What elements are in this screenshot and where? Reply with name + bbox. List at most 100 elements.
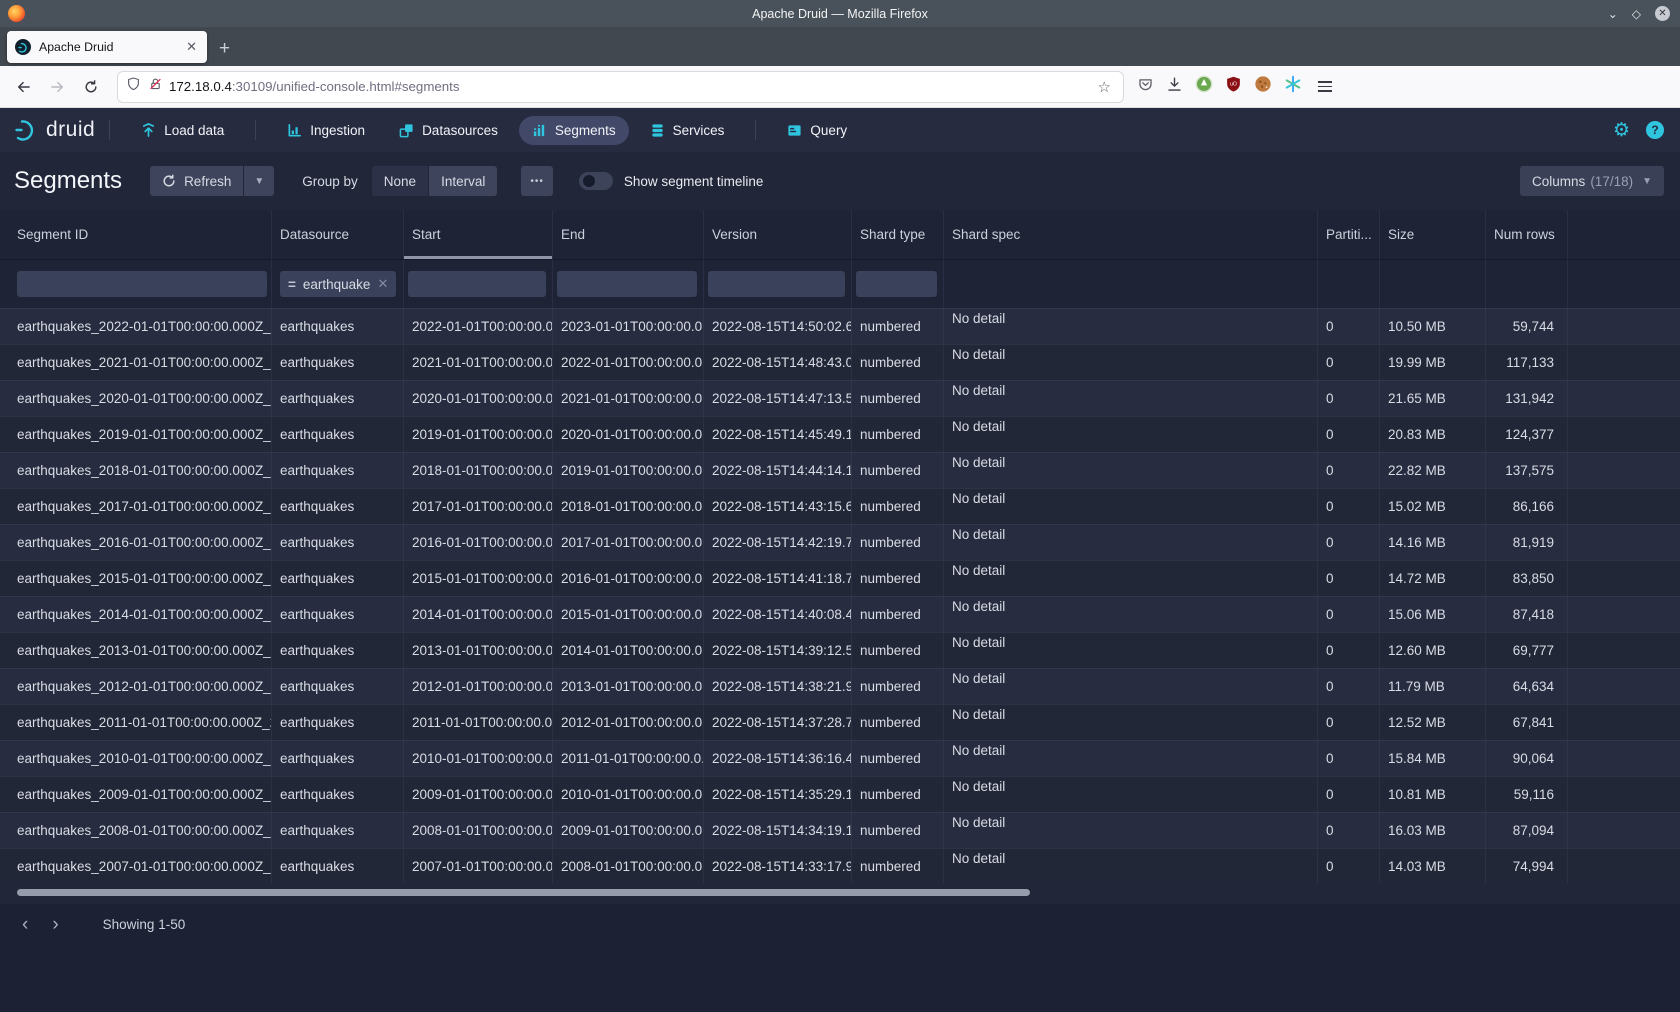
cell-shard-spec: No detail: [944, 741, 1318, 776]
col-header-shard-spec[interactable]: Shard spec: [944, 210, 1318, 259]
url-text[interactable]: 172.18.0.4:30109/unified-console.html#se…: [169, 79, 1094, 94]
nav-services[interactable]: Services: [637, 116, 738, 145]
table-row[interactable]: earthquakes_2014-01-01T00:00:00.000Z_2..…: [0, 596, 1680, 632]
lock-broken-icon[interactable]: [148, 76, 163, 97]
cell-end: 2022-01-01T00:00:00.0...: [553, 345, 704, 380]
table-row[interactable]: earthquakes_2019-01-01T00:00:00.000Z_2..…: [0, 416, 1680, 452]
nav-load-data[interactable]: Load data: [128, 116, 237, 145]
cell-num-rows: 90,064: [1486, 741, 1568, 776]
settings-gear-icon[interactable]: ⚙: [1613, 121, 1630, 140]
window-minimize-icon[interactable]: ⌄: [1608, 7, 1618, 21]
tab-apache-druid[interactable]: Apache Druid ✕: [7, 31, 207, 63]
download-icon[interactable]: [1166, 76, 1183, 98]
cell-filler: [1568, 633, 1680, 668]
col-header-shard-type[interactable]: Shard type: [852, 210, 944, 259]
col-header-datasource[interactable]: Datasource: [272, 210, 404, 259]
cell-filler: [1568, 813, 1680, 848]
shield-icon[interactable]: [126, 76, 141, 97]
cell-version: 2022-08-15T14:37:28.7...: [704, 705, 852, 740]
cell-version: 2022-08-15T14:36:16.4...: [704, 741, 852, 776]
asterisk-extension-icon[interactable]: [1284, 75, 1302, 98]
nav-datasources[interactable]: Datasources: [386, 116, 511, 145]
back-button[interactable]: [8, 79, 38, 95]
cell-segment-id: earthquakes_2015-01-01T00:00:00.000Z_2..…: [0, 561, 272, 596]
table-row[interactable]: earthquakes_2020-01-01T00:00:00.000Z_2..…: [0, 380, 1680, 416]
cell-shard-type: numbered: [852, 489, 944, 524]
nav-ingestion[interactable]: Ingestion: [274, 116, 378, 145]
cell-start: 2016-01-01T00:00:00.0...: [404, 525, 553, 560]
help-icon[interactable]: ?: [1646, 121, 1664, 139]
col-header-partition[interactable]: Partiti...: [1318, 210, 1380, 259]
table-row[interactable]: earthquakes_2016-01-01T00:00:00.000Z_2..…: [0, 524, 1680, 560]
table-row[interactable]: earthquakes_2017-01-01T00:00:00.000Z_2..…: [0, 488, 1680, 524]
cell-segment-id: earthquakes_2022-01-01T00:00:00.000Z_2..…: [0, 309, 272, 344]
col-header-segment-id[interactable]: Segment ID: [0, 210, 272, 259]
menu-icon[interactable]: [1318, 81, 1332, 92]
nav-label: Query: [810, 123, 847, 138]
col-header-size[interactable]: Size: [1380, 210, 1486, 259]
table-row[interactable]: earthquakes_2011-01-01T00:00:00.000Z_2..…: [0, 704, 1680, 740]
table-row[interactable]: earthquakes_2015-01-01T00:00:00.000Z_2..…: [0, 560, 1680, 596]
bookmark-star-icon[interactable]: ☆: [1094, 78, 1115, 96]
window-close-icon[interactable]: ✕: [1655, 6, 1670, 21]
page-title: Segments: [14, 167, 122, 195]
nav-query[interactable]: Query: [774, 116, 860, 145]
refresh-button[interactable]: Refresh: [150, 166, 243, 196]
cell-size: 15.06 MB: [1380, 597, 1486, 632]
pocket-icon[interactable]: [1137, 76, 1154, 98]
next-page-button[interactable]: ›: [40, 915, 70, 934]
cell-num-rows: 59,744: [1486, 309, 1568, 344]
group-by-interval-button[interactable]: Interval: [429, 166, 497, 196]
cell-segment-id: earthquakes_2009-01-01T00:00:00.000Z_2..…: [0, 777, 272, 812]
table-row[interactable]: earthquakes_2009-01-01T00:00:00.000Z_2..…: [0, 776, 1680, 812]
table-row[interactable]: earthquakes_2018-01-01T00:00:00.000Z_2..…: [0, 452, 1680, 488]
group-by-none-button[interactable]: None: [372, 166, 428, 196]
more-options-button[interactable]: •••: [521, 166, 553, 196]
table-row[interactable]: earthquakes_2022-01-01T00:00:00.000Z_2..…: [0, 308, 1680, 344]
col-header-num-rows[interactable]: Num rows: [1486, 210, 1568, 259]
cell-filler: [1568, 309, 1680, 344]
col-header-end[interactable]: End: [553, 210, 704, 259]
cell-shard-type: numbered: [852, 597, 944, 632]
filter-input-end[interactable]: [557, 271, 697, 297]
table-row[interactable]: earthquakes_2012-01-01T00:00:00.000Z_2..…: [0, 668, 1680, 704]
cell-start: 2007-01-01T00:00:00.0...: [404, 849, 553, 884]
tab-close-icon[interactable]: ✕: [184, 39, 199, 55]
datasource-filter-chip[interactable]: = earthquake ✕: [280, 271, 396, 297]
ublock-icon[interactable]: uO: [1225, 75, 1242, 98]
col-header-version[interactable]: Version: [704, 210, 852, 259]
horizontal-scrollbar[interactable]: [17, 889, 1030, 896]
cell-datasource: earthquakes: [272, 489, 404, 524]
filter-input-segment-id[interactable]: [17, 271, 267, 297]
filter-input-shard-type[interactable]: [856, 271, 937, 297]
table-row[interactable]: earthquakes_2008-01-01T00:00:00.000Z_2..…: [0, 812, 1680, 848]
nav-segments[interactable]: Segments: [519, 116, 629, 145]
cell-size: 15.02 MB: [1380, 489, 1486, 524]
remove-filter-icon[interactable]: ✕: [377, 276, 388, 292]
previous-page-button[interactable]: ‹: [10, 915, 40, 934]
filter-input-version[interactable]: [708, 271, 845, 297]
columns-button[interactable]: Columns (17/18) ▼: [1520, 166, 1664, 196]
cell-shard-spec: No detail: [944, 525, 1318, 560]
table-row[interactable]: earthquakes_2010-01-01T00:00:00.000Z_2..…: [0, 740, 1680, 776]
table-row[interactable]: earthquakes_2007-01-01T00:00:00.000Z_2..…: [0, 848, 1680, 884]
cell-num-rows: 86,166: [1486, 489, 1568, 524]
reload-button[interactable]: [76, 79, 106, 95]
refresh-label: Refresh: [184, 174, 231, 189]
col-header-start[interactable]: Start: [404, 210, 553, 259]
segment-timeline-toggle[interactable]: [579, 172, 613, 190]
new-tab-button[interactable]: +: [219, 39, 230, 58]
table-row[interactable]: earthquakes_2013-01-01T00:00:00.000Z_2..…: [0, 632, 1680, 668]
forward-button[interactable]: [42, 79, 72, 95]
filter-input-start[interactable]: [408, 271, 546, 297]
url-bar[interactable]: 172.18.0.4:30109/unified-console.html#se…: [118, 72, 1123, 102]
cookie-icon[interactable]: [1254, 75, 1272, 98]
brand-name: druid: [46, 118, 95, 142]
refresh-dropdown-button[interactable]: ▼: [244, 166, 274, 196]
table-row[interactable]: earthquakes_2021-01-01T00:00:00.000Z_2..…: [0, 344, 1680, 380]
privacy-badger-icon[interactable]: [1195, 75, 1213, 98]
window-maximize-icon[interactable]: ◇: [1632, 7, 1641, 21]
cell-end: 2021-01-01T00:00:00.0...: [553, 381, 704, 416]
cell-datasource: earthquakes: [272, 741, 404, 776]
druid-logo[interactable]: druid: [14, 117, 95, 143]
